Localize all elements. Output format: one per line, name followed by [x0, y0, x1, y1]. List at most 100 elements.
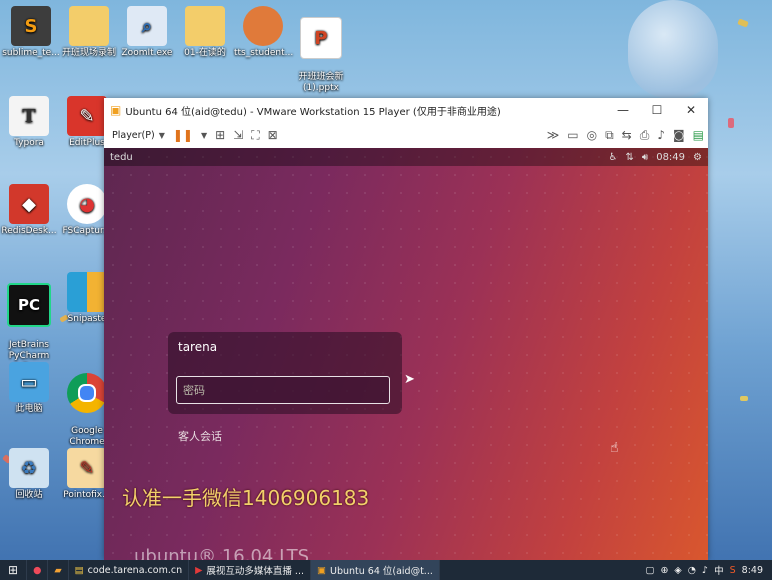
sublime-icon[interactable]: ▰ [48, 560, 69, 580]
chevron-down-icon[interactable]: ▼ [201, 131, 207, 140]
mouse-cursor-icon: ➤ [404, 372, 415, 387]
power-gear-icon[interactable]: ⚙ [693, 152, 702, 163]
pause-icon[interactable]: ❚❚ [173, 128, 193, 142]
ime-indicator[interactable]: 中 [714, 563, 724, 577]
desktop-icon-label: EditPlus [69, 138, 105, 148]
folder-icon [185, 6, 225, 46]
send-ctrl-alt-del-icon[interactable]: ⇲ [233, 128, 243, 142]
password-input[interactable] [176, 376, 390, 404]
vmware-logo-icon: ▣ [110, 103, 122, 117]
desktop-icon-folder-reading[interactable]: 01-在读的 [176, 6, 234, 59]
taskbar-item-label: Ubuntu 64 位(aid@t... [329, 566, 433, 577]
player-menu[interactable]: Player(P) [112, 130, 155, 141]
volume-icon[interactable]: 🔊︎ [642, 152, 648, 163]
chevron-down-icon[interactable]: ▼ [159, 131, 165, 140]
minimize-button[interactable]: — [606, 103, 640, 117]
live-icon: ▶ [195, 564, 203, 576]
editplus-icon: ✎ [67, 96, 107, 136]
tray-icon[interactable]: ▢ [645, 565, 654, 576]
shield-icon[interactable]: ◈ [674, 565, 681, 576]
network-arrows-icon[interactable]: ⇅ [626, 152, 634, 163]
desktop-icon-zoomit[interactable]: ⌕ ZoomIt.exe [118, 6, 176, 59]
desktop-icon-label: 回收站 [15, 490, 43, 500]
desktop-icon-redis[interactable]: ◆ RedisDesk... [0, 184, 58, 237]
sublime-icon: S [11, 6, 51, 46]
network-icon[interactable]: ⊕ [660, 565, 668, 576]
taskbar-app-icon[interactable]: ● [27, 560, 49, 580]
desktop-icon-label: 开班现场录制 [61, 48, 116, 58]
desktop-icon-label: sublime_te... [2, 48, 60, 58]
recycle-bin-icon: ♻ [9, 448, 49, 488]
watermark-text: 认准一手微信1406906183 [122, 486, 370, 510]
sogou-icon[interactable]: S [730, 565, 736, 576]
expand-icon[interactable]: ≫ [547, 128, 560, 142]
usb-icon[interactable]: ⇆ [622, 128, 632, 142]
confetti [740, 396, 748, 401]
close-button[interactable]: ✕ [674, 103, 708, 117]
hdd-icon[interactable]: ▭ [567, 128, 578, 142]
camera-icon[interactable]: ◙ [673, 128, 685, 142]
windows-taskbar: ⊞ ● ▰ ▤ code.tarena.com.cn ▶ 展视互动多媒体直播 ...… [0, 560, 772, 580]
desktop-icon-this-pc[interactable]: ▭ 此电脑 [0, 362, 58, 415]
taskbar-clock[interactable]: 8:49 [742, 565, 763, 576]
vmware-logo-icon: ▣ [317, 564, 326, 576]
ubuntu-version-logo: ubuntu® 16.04 LTS [134, 546, 310, 560]
volume-icon[interactable]: ♪ [702, 565, 708, 576]
desktop-icon-label: 01-在读的 [184, 48, 226, 58]
taskbar-item-vmware[interactable]: ▣ Ubuntu 64 位(aid@t... [311, 560, 440, 580]
accessibility-icon[interactable]: ♿ [609, 152, 618, 163]
window-title: Ubuntu 64 位(aid@tedu) - VMware Workstati… [125, 106, 501, 118]
pycharm-icon: PC [7, 283, 51, 327]
desktop-icon-sublime[interactable]: S sublime_te... [2, 6, 60, 59]
network-adapter-icon[interactable]: ⧉ [605, 128, 614, 143]
wifi-icon[interactable]: ◔ [688, 565, 696, 576]
login-username[interactable]: tarena [178, 340, 217, 354]
desktop-icon-label: Snipaste [67, 314, 107, 324]
balloon-decoration [628, 0, 718, 98]
redis-icon: ◆ [9, 184, 49, 224]
desktop-icon-folder-recording[interactable]: 开班现场录制 [60, 6, 118, 59]
desktop-icon-label: Google Chrome [69, 426, 105, 447]
taskbar-item-label: code.tarena.com.cn [87, 564, 183, 576]
powerpoint-icon: P [300, 17, 342, 59]
desktop-icon-label: 此电脑 [15, 404, 43, 414]
taskbar-item-label: 展视互动多媒体直播 ... [206, 566, 304, 577]
sound-icon[interactable]: ♪ [657, 128, 665, 142]
system-tray: ▢ ⊕ ◈ ◔ ♪ 中 S 8:49 [642, 563, 772, 578]
magnifier-icon: ⌕ [127, 6, 167, 46]
desktop-icon-typora[interactable]: T Typora [0, 96, 58, 149]
typora-icon: T [9, 96, 49, 136]
start-icon[interactable]: ⊞ [0, 560, 28, 580]
desktop-icon-pptx[interactable]: P 开班班会新 (1).pptx [292, 6, 350, 94]
balloon-icon [243, 6, 283, 46]
taskbar-item-browser[interactable]: ▤ code.tarena.com.cn [69, 560, 190, 580]
desktop-icon-label: ZoomIt.exe [121, 48, 173, 58]
desktop-icon-recycle-bin[interactable]: ♻ 回收站 [0, 448, 58, 501]
network-icon[interactable]: ⊞ [215, 128, 225, 142]
ubuntu-top-panel: tedu ♿ ⇅ 🔊︎ 08:49 ⚙ [104, 148, 708, 166]
desktop-icon-label: 开班班会新 (1).pptx [298, 72, 344, 93]
computer-icon: ▭ [9, 362, 49, 402]
fscapture-icon: ◕ [67, 184, 107, 224]
cd-icon[interactable]: ◎ [587, 128, 597, 142]
printer-icon[interactable]: ⎙ [640, 128, 650, 143]
hostname: tedu [110, 151, 133, 163]
vmware-toolbar: Player(P) ▼ ❚❚ ▼ ⊞ ⇲ ⛶ ⊠ ≫ ▭ ◎ ⧉ ⇆ ⎙ ♪ ◙… [104, 122, 708, 149]
unity-icon[interactable]: ⊠ [268, 128, 278, 142]
desktop-icon-tts-student[interactable]: tts_student... [234, 6, 294, 59]
desktop-icon-pycharm[interactable]: PC JetBrains PyCharm C... [0, 272, 58, 373]
desktop-icon-label: Typora [14, 138, 44, 148]
confetti [737, 18, 749, 28]
confetti [728, 118, 734, 128]
guest-session-link[interactable]: 客人会话 [178, 428, 222, 444]
hand-cursor-icon: ☝ [610, 440, 619, 456]
document-icon: ▤ [74, 564, 84, 576]
vmware-titlebar[interactable]: ▣ Ubuntu 64 位(aid@tedu) - VMware Worksta… [104, 98, 708, 122]
fullscreen-icon[interactable]: ⛶ [251, 128, 259, 143]
clock[interactable]: 08:49 [656, 152, 685, 163]
message-icon[interactable]: ▤ [693, 128, 704, 142]
pointofix-icon: ✎ [67, 448, 107, 488]
maximize-button[interactable]: ☐ [640, 103, 674, 117]
taskbar-item-live[interactable]: ▶ 展视互动多媒体直播 ... [189, 560, 311, 580]
desktop-icon-label: tts_student... [234, 48, 294, 58]
